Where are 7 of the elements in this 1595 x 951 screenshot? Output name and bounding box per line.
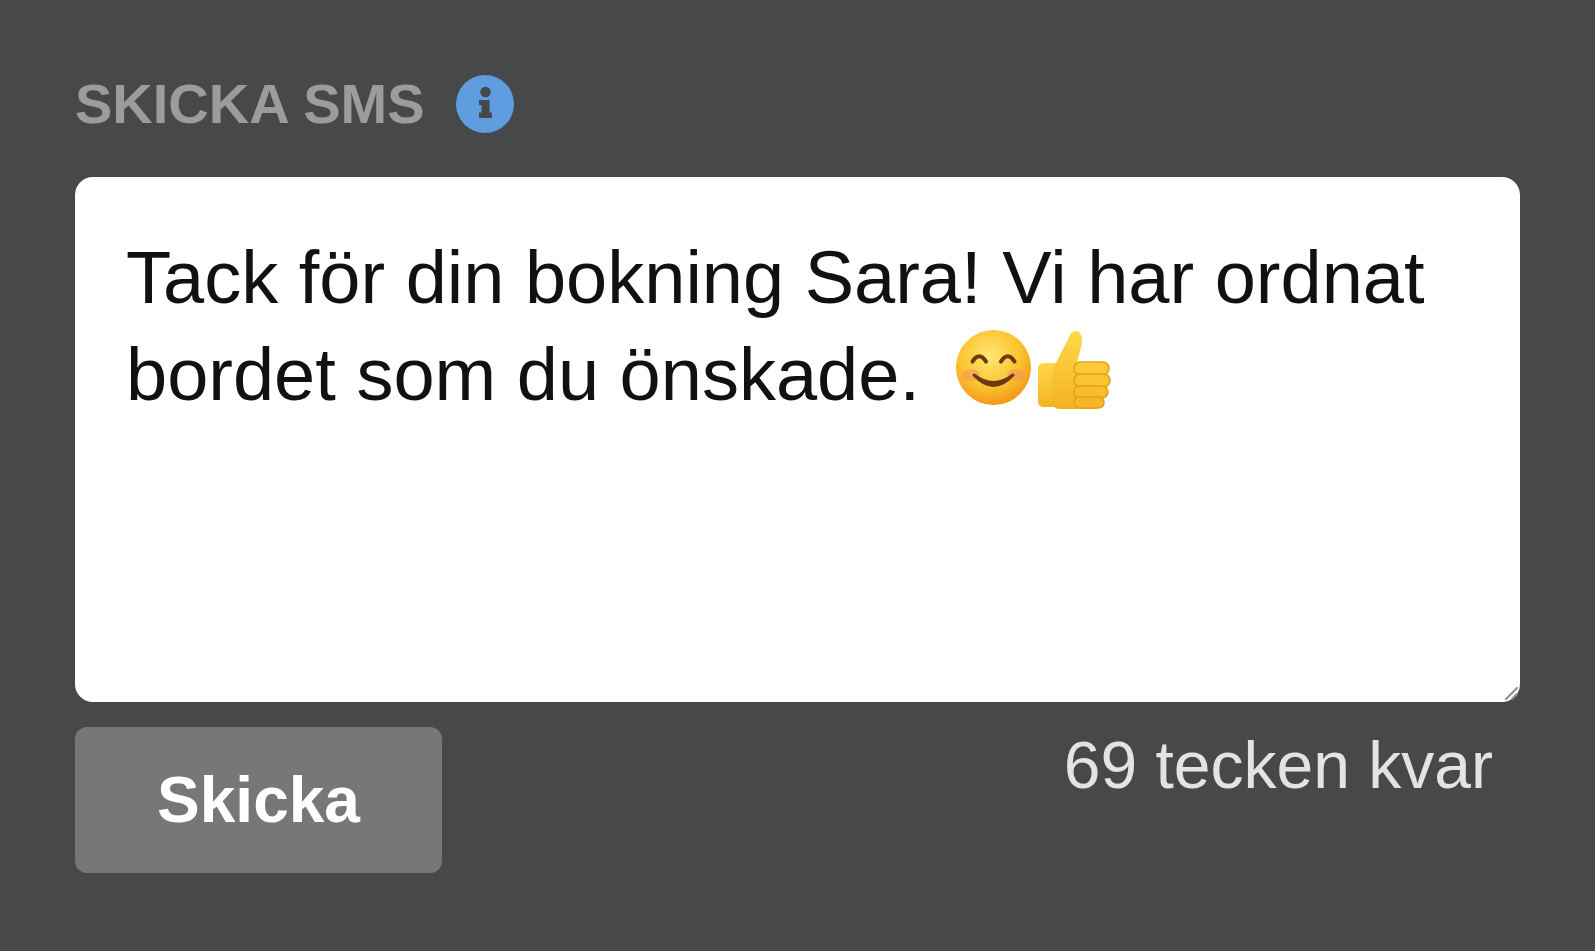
resize-handle-icon[interactable] [1503, 685, 1518, 700]
smiling-face-icon [955, 330, 1031, 405]
panel-title: SKICKA SMS [75, 76, 425, 132]
characters-left-text: 69 tecken kvar [1063, 727, 1493, 803]
message-field[interactable]: Tack för din bokning Sara! Vi har ordnat bordet som du önskade. [75, 177, 1520, 702]
send-button[interactable]: Skicka [75, 727, 442, 873]
info-icon[interactable] [455, 75, 514, 133]
